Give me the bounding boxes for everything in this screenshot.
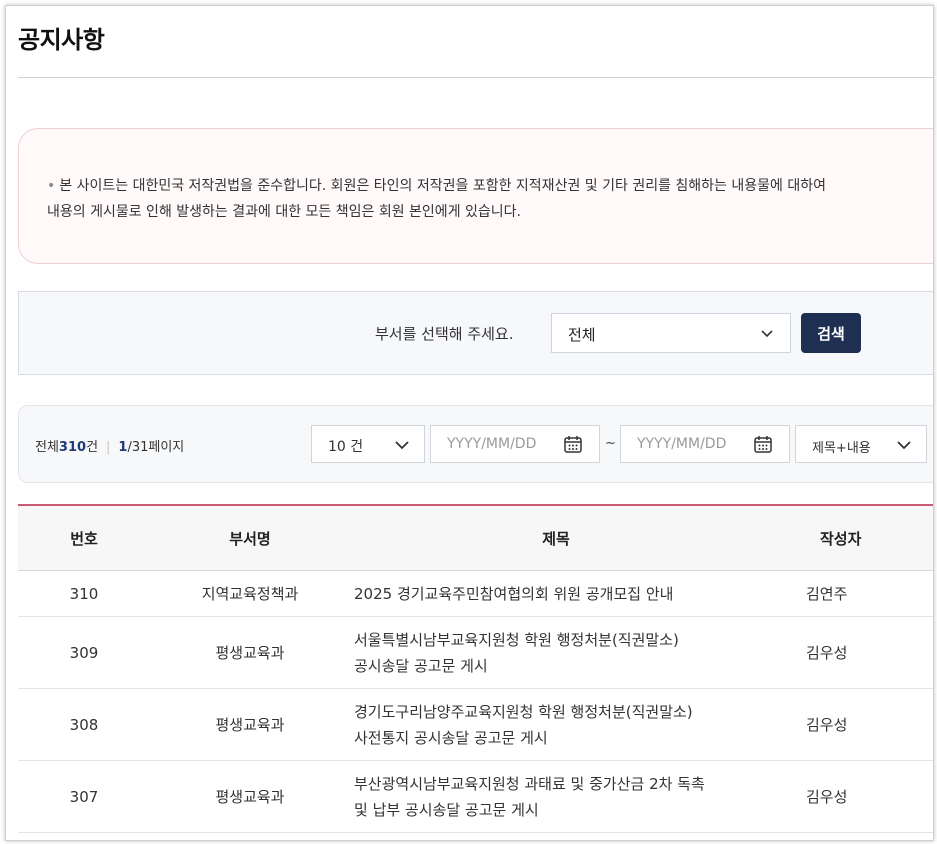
date-range-separator: ~ [605,436,616,451]
table-row[interactable]: 307 평생교육과 부산광역시남부교육지원청 과태료 및 중가산금 2차 독촉 … [18,760,933,833]
row-number: 307 [18,760,150,833]
row-department: 지역교육정책과 [150,570,350,617]
row-author: 김우성 [762,760,933,833]
row-title-line-2: 공시송달 공고문 게시 [354,656,488,675]
calendar-icon[interactable] [563,434,583,454]
total-count: 전체310건 | 1/31페이지 [35,436,184,455]
row-author: 김연주 [762,570,933,617]
page-title: 공지사항 [18,26,105,54]
list-toolbar: 전체310건 | 1/31페이지 10 건 YYYY/MM/DD ~ YYYY/MM… [18,405,933,483]
chevron-down-icon [897,441,911,450]
notice-line-1-text: 본 사이트는 대한민국 저작권법을 준수합니다. 회원은 타인의 저작권을 포함… [59,178,826,194]
row-department: 평생교육과 [150,760,350,833]
start-date-placeholder: YYYY/MM/DD [447,436,537,452]
browser-viewport: 공지사항 • 본 사이트는 대한민국 저작권법을 준수합니다. 회원은 타인의 저… [5,5,934,841]
page-total: /31페이지 [127,440,185,455]
end-date-input[interactable]: YYYY/MM/DD [620,425,790,463]
title-divider [18,77,933,78]
notice-line-2: 내용의 게시물로 인해 발생하는 결과에 대한 모든 책임은 회원 본인에게 있… [47,204,521,220]
row-department: 평생교육과 [150,616,350,689]
table-row[interactable]: 309 평생교육과 서울특별시남부교육지원청 학원 행정처분(직권말소) 공시송… [18,616,933,689]
chevron-down-icon [395,441,409,450]
header-number: 번호 [70,529,98,548]
search-field-value: 제목+내용 [812,441,871,456]
row-number: 308 [18,688,150,761]
search-field-select[interactable]: 제목+내용 [795,425,927,463]
row-title-line-1: 경기도구리남양주교육지원청 학원 행정처분(직권말소) [354,702,693,721]
total-prefix: 전체 [35,440,59,455]
row-title-line-2: 사전통지 공시송달 공고문 게시 [354,728,548,747]
row-title-line-1: 부산광역시남부교육지원청 과태료 및 중가산금 2차 독촉 [354,774,705,793]
department-select-value: 전체 [568,326,596,344]
row-department: 평생교육과 [150,688,350,761]
header-title: 제목 [542,529,570,548]
search-button[interactable]: 검색 [801,313,861,353]
table-row[interactable]: 310 지역교육정책과 2025 경기교육주민참여협의회 위원 공개모집 안내 … [18,570,933,617]
row-title-link[interactable]: 서울특별시남부교육지원청 학원 행정처분(직권말소) 공시송달 공고문 게시 [350,616,762,689]
row-author: 김우성 [762,688,933,761]
row-title-link[interactable]: 2025 경기교육주민참여협의회 위원 공개모집 안내 [350,570,762,617]
start-date-input[interactable]: YYYY/MM/DD [430,425,600,463]
calendar-icon[interactable] [753,434,773,454]
bullet-icon: • [47,178,56,194]
row-title-link[interactable]: 부산광역시남부교육지원청 과태료 및 중가산금 2차 독촉 및 납부 공시송달 … [350,760,762,833]
table-row[interactable]: 308 평생교육과 경기도구리남양주교육지원청 학원 행정처분(직권말소) 사전… [18,688,933,761]
row-title-line-2: 및 납부 공시송달 공고문 게시 [354,800,539,819]
count-separator: | [106,440,111,455]
header-author: 작성자 [820,529,862,548]
table-header-row: 번호 부서명 제목 작성자 [18,505,933,571]
copyright-notice-text: • 본 사이트는 대한민국 저작권법을 준수합니다. 회원은 타인의 저작권을 포… [47,173,826,225]
department-filter-label: 부서를 선택해 주세요. [375,325,514,343]
row-number: 309 [18,616,150,689]
page-size-select[interactable]: 10 건 [311,425,425,463]
page-size-value: 10 건 [328,439,364,455]
copyright-notice-box: • 본 사이트는 대한민국 저작권법을 준수합니다. 회원은 타인의 저작권을 포… [18,128,933,264]
notice-line-1: • 본 사이트는 대한민국 저작권법을 준수합니다. 회원은 타인의 저작권을 포… [47,173,826,199]
total-suffix: 건 [86,440,99,455]
row-author: 김우성 [762,616,933,689]
total-count-value: 310 [58,440,87,455]
chevron-down-icon [761,330,773,338]
department-filter-box: 부서를 선택해 주세요. 전체 검색 [18,291,933,375]
row-title-line-1: 2025 경기교육주민참여협의회 위원 공개모집 안내 [354,584,674,603]
end-date-placeholder: YYYY/MM/DD [637,436,727,452]
row-title-link[interactable]: 경기도구리남양주교육지원청 학원 행정처분(직권말소) 사전통지 공시송달 공고… [350,688,762,761]
row-number: 310 [18,570,150,617]
header-department: 부서명 [229,529,271,548]
department-select[interactable]: 전체 [551,313,791,353]
notice-table: 번호 부서명 제목 작성자 310 지역교육정책과 2025 경기교육주민참여협… [18,504,933,833]
row-title-line-1: 서울특별시남부교육지원청 학원 행정처분(직권말소) [354,630,679,649]
